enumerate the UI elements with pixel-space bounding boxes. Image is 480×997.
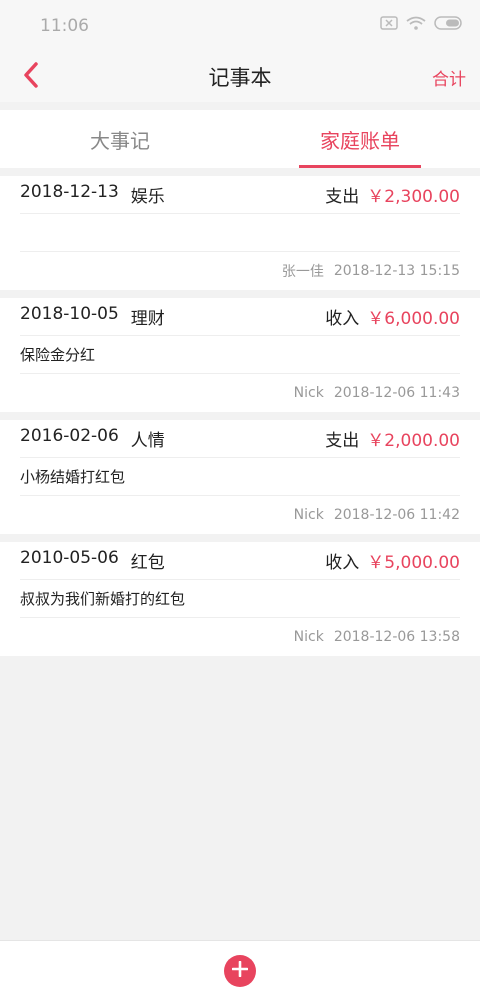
record-date: 2016-02-06	[20, 426, 119, 446]
record-type: 支出	[325, 187, 360, 207]
battery-icon	[434, 16, 464, 30]
tab-events[interactable]: 大事记	[0, 110, 240, 168]
total-button[interactable]: 合计	[432, 65, 466, 90]
record-note	[20, 214, 460, 252]
record-author: Nick	[293, 629, 324, 645]
record-footer: Nick 2018-12-06 11:43	[0, 374, 460, 412]
record-card[interactable]: 2018-10-05 理财 收入 ￥6,000.00 保险金分红 Nick 20…	[0, 298, 480, 412]
record-author: Nick	[293, 385, 324, 401]
record-note: 保险金分红	[20, 336, 460, 374]
record-timestamp: 2018-12-13 15:15	[333, 263, 460, 279]
record-category: 娱乐	[130, 187, 165, 207]
record-date: 2018-10-05	[20, 304, 119, 324]
record-author: 张一佳	[281, 264, 324, 280]
status-icons	[380, 16, 464, 30]
record-type: 收入	[325, 553, 360, 573]
status-time: 11:06	[40, 16, 89, 36]
record-header: 2010-05-06 红包 收入 ￥5,000.00	[20, 542, 460, 580]
record-note: 小杨结婚打红包	[20, 458, 460, 496]
plus-icon	[231, 960, 249, 981]
record-header: 2018-10-05 理财 收入 ￥6,000.00	[20, 298, 460, 336]
status-bar: 11:06	[0, 0, 480, 50]
record-category: 理财	[130, 309, 165, 329]
record-footer: Nick 2018-12-06 11:42	[0, 496, 460, 534]
record-amount: ￥6,000.00	[367, 309, 460, 329]
record-amount: ￥5,000.00	[367, 553, 460, 573]
record-timestamp: 2018-12-06 11:43	[333, 385, 460, 401]
record-card[interactable]: 2018-12-13 娱乐 支出 ￥2,300.00 张一佳 2018-12-1…	[0, 176, 480, 290]
record-type: 支出	[325, 431, 360, 451]
record-timestamp: 2018-12-06 11:42	[333, 507, 460, 523]
record-date: 2010-05-06	[20, 548, 119, 568]
record-category: 红包	[130, 553, 165, 573]
record-card[interactable]: 2016-02-06 人情 支出 ￥2,000.00 小杨结婚打红包 Nick …	[0, 420, 480, 534]
record-note: 叔叔为我们新婚打的红包	[20, 580, 460, 618]
tab-bar: 大事记 家庭账单	[0, 110, 480, 168]
record-footer: Nick 2018-12-06 13:58	[0, 618, 460, 656]
record-header: 2018-12-13 娱乐 支出 ￥2,300.00	[20, 176, 460, 214]
record-amount: ￥2,000.00	[367, 431, 460, 451]
record-type: 收入	[325, 309, 360, 329]
record-list: 2018-12-13 娱乐 支出 ￥2,300.00 张一佳 2018-12-1…	[0, 176, 480, 664]
record-card[interactable]: 2010-05-06 红包 收入 ￥5,000.00 叔叔为我们新婚打的红包 N…	[0, 542, 480, 656]
bottom-bar	[0, 940, 480, 997]
tab-family-bills[interactable]: 家庭账单	[240, 110, 480, 168]
active-tab-indicator	[299, 165, 421, 168]
page-title: 记事本	[208, 66, 272, 90]
add-record-button[interactable]	[224, 955, 256, 987]
sim-off-icon	[380, 16, 398, 30]
record-timestamp: 2018-12-06 13:58	[333, 629, 460, 645]
app-header: 记事本 合计	[0, 50, 480, 102]
wifi-icon	[406, 16, 426, 30]
record-date: 2018-12-13	[20, 182, 119, 202]
record-author: Nick	[293, 507, 324, 523]
record-header: 2016-02-06 人情 支出 ￥2,000.00	[20, 420, 460, 458]
record-category: 人情	[130, 431, 165, 451]
record-amount: ￥2,300.00	[367, 187, 460, 207]
record-footer: 张一佳 2018-12-13 15:15	[0, 252, 460, 290]
